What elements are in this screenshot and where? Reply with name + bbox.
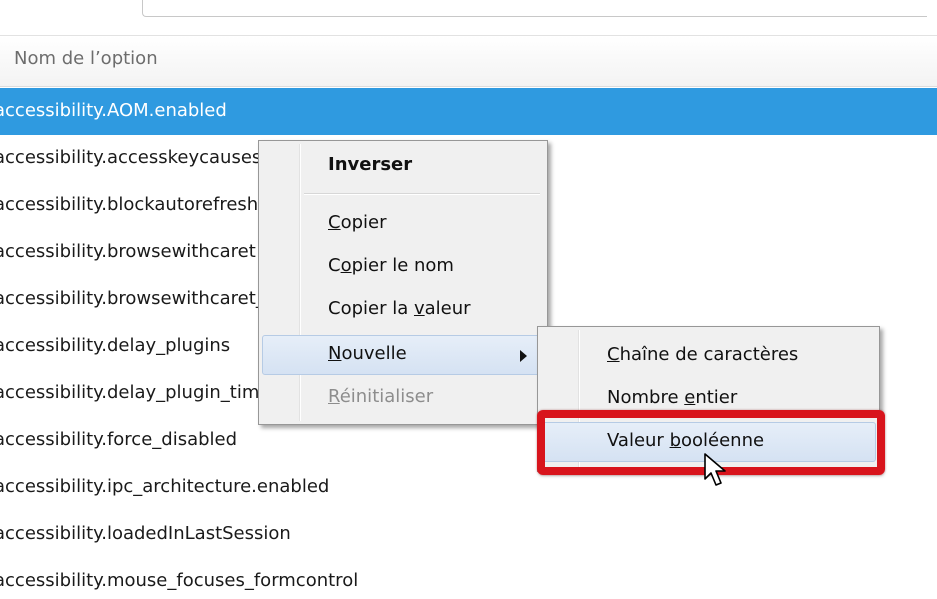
menu-item-label: Réinitialiser — [328, 386, 434, 407]
preference-name: accessibility.ipc_architecture.enabled — [0, 476, 330, 497]
menu-item-label: Copier le nom — [328, 255, 454, 276]
preference-name: accessibility.delay_plugins — [0, 335, 231, 356]
toolbar-area — [0, 0, 937, 30]
menu-separator — [304, 193, 540, 195]
preference-name: accessibility.browsewithcaret — [0, 241, 256, 262]
preference-name: accessibility.AOM.enabled — [0, 100, 227, 121]
search-input[interactable] — [142, 0, 927, 17]
menu-item-label: Nombre entier — [607, 387, 738, 408]
preference-name: accessibility.delay_plugin_time — [0, 382, 271, 403]
column-header-label: Nom de l’option — [14, 48, 158, 69]
menu-item-inverser[interactable]: Inverser — [262, 146, 544, 186]
menu-item-label: Copier — [328, 212, 387, 233]
menu-item-reinitialiser: Réinitialiser — [262, 378, 544, 418]
cursor-arrow-icon — [704, 453, 726, 486]
menu-item-copier-la-valeur[interactable]: Copier la valeur — [262, 290, 544, 330]
menu-item-nouvelle[interactable]: Nouvelle — [262, 335, 544, 375]
table-row[interactable]: accessibility.AOM.enabled — [0, 88, 937, 135]
chevron-right-icon — [520, 350, 527, 362]
menu-item-label: Chaîne de caractères — [607, 344, 799, 365]
preference-name: accessibility.blockautorefresh — [0, 194, 259, 215]
column-header-name[interactable]: Nom de l’option — [0, 35, 937, 87]
menu-item-label: Inverser — [328, 154, 413, 175]
context-menu: Inverser Copier Copier le nom Copier la … — [258, 140, 548, 425]
preference-name: accessibility.loadedInLastSession — [0, 523, 291, 544]
menu-item-label: Nouvelle — [328, 343, 407, 364]
about-config-window: Nom de l’option accessibility.AOM.enable… — [0, 0, 937, 599]
table-row[interactable]: accessibility.loadedInLastSession — [0, 511, 937, 558]
menu-item-label: Copier la valeur — [328, 298, 471, 319]
menu-item-copier[interactable]: Copier — [262, 204, 544, 244]
preference-name: accessibility.mouse_focuses_formcontrol — [0, 570, 359, 591]
preference-name: accessibility.force_disabled — [0, 429, 238, 450]
table-row[interactable]: accessibility.mouse_focuses_formcontrol — [0, 558, 937, 599]
menu-item-copier-le-nom[interactable]: Copier le nom — [262, 247, 544, 287]
submenu-item-chaine[interactable]: Chaîne de caractères — [541, 336, 876, 376]
